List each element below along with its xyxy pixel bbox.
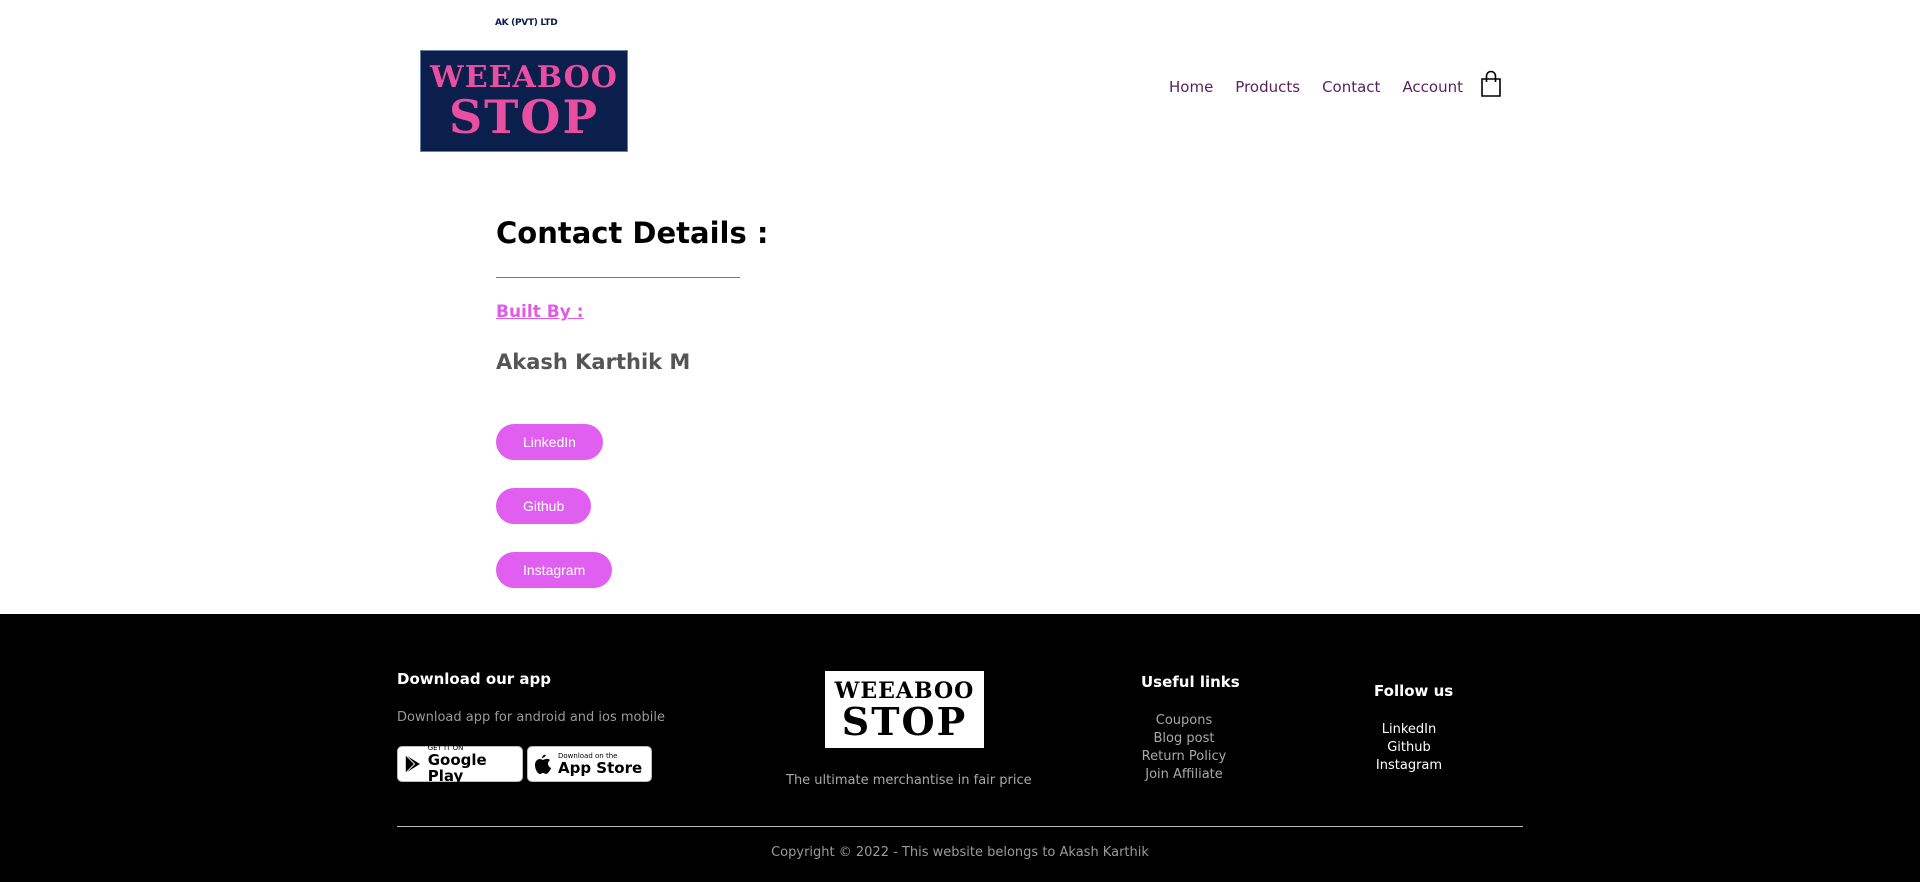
site-logo[interactable]: WEEABOO STOP bbox=[420, 50, 628, 152]
footer-tagline: The ultimate merchantise in fair price bbox=[786, 773, 1032, 788]
follow-us-heading: Follow us bbox=[1374, 682, 1454, 700]
contact-section: Contact Details : Built By : Akash Karth… bbox=[0, 160, 1920, 614]
social-links-list: LinkedIn Github Instagram bbox=[1359, 721, 1459, 775]
return-policy-link[interactable]: Return Policy bbox=[1134, 748, 1234, 766]
coupons-link[interactable]: Coupons bbox=[1134, 712, 1234, 730]
footer-github-link[interactable]: Github bbox=[1359, 739, 1459, 757]
title-divider bbox=[496, 277, 740, 278]
page-title: Contact Details : bbox=[496, 216, 769, 250]
app-store-button[interactable]: Download on the App Store bbox=[527, 746, 652, 782]
download-app-text: Download app for android and ios mobile bbox=[397, 710, 665, 725]
instagram-button[interactable]: Instagram bbox=[496, 552, 613, 588]
company-tag: AK (PVT) LTD bbox=[495, 18, 558, 28]
built-by-label: Built By : bbox=[496, 302, 584, 322]
google-play-big-text: Google Play bbox=[427, 751, 487, 785]
nav-contact-link[interactable]: Contact bbox=[1322, 78, 1380, 96]
logo-text-line2: STOP bbox=[448, 90, 600, 144]
footer-logo-line2: STOP bbox=[841, 698, 968, 744]
nav-account-link[interactable]: Account bbox=[1402, 78, 1463, 96]
linkedin-button[interactable]: LinkedIn bbox=[496, 424, 603, 460]
google-play-button[interactable]: GET IT ON Google Play bbox=[397, 744, 523, 785]
useful-links-heading: Useful links bbox=[1141, 673, 1240, 691]
site-header: AK (PVT) LTD WEEABOO STOP Home Products … bbox=[0, 0, 1920, 160]
footer-logo: WEEABOO STOP bbox=[825, 671, 984, 748]
download-app-heading: Download our app bbox=[397, 670, 552, 688]
site-footer: Download our app Download app for androi… bbox=[0, 614, 1920, 882]
footer-divider bbox=[397, 826, 1523, 827]
nav-home-link[interactable]: Home bbox=[1169, 78, 1213, 96]
shopping-bag-icon[interactable] bbox=[1480, 70, 1502, 98]
author-name: Akash Karthik M bbox=[496, 350, 691, 374]
google-play-icon bbox=[405, 754, 420, 774]
nav-products-link[interactable]: Products bbox=[1235, 78, 1300, 96]
copyright-text: Copyright © 2022 - This website belongs … bbox=[771, 845, 1149, 860]
footer-linkedin-link[interactable]: LinkedIn bbox=[1359, 721, 1459, 739]
github-button[interactable]: Github bbox=[496, 488, 592, 524]
footer-instagram-link[interactable]: Instagram bbox=[1359, 757, 1459, 775]
main-nav: Home Products Contact Account bbox=[1169, 78, 1485, 96]
useful-links-list: Coupons Blog post Return Policy Join Aff… bbox=[1134, 712, 1234, 784]
apple-icon bbox=[535, 754, 551, 774]
blog-post-link[interactable]: Blog post bbox=[1134, 730, 1234, 748]
app-store-big-text: App Store bbox=[558, 759, 643, 777]
join-affiliate-link[interactable]: Join Affiliate bbox=[1134, 766, 1234, 784]
